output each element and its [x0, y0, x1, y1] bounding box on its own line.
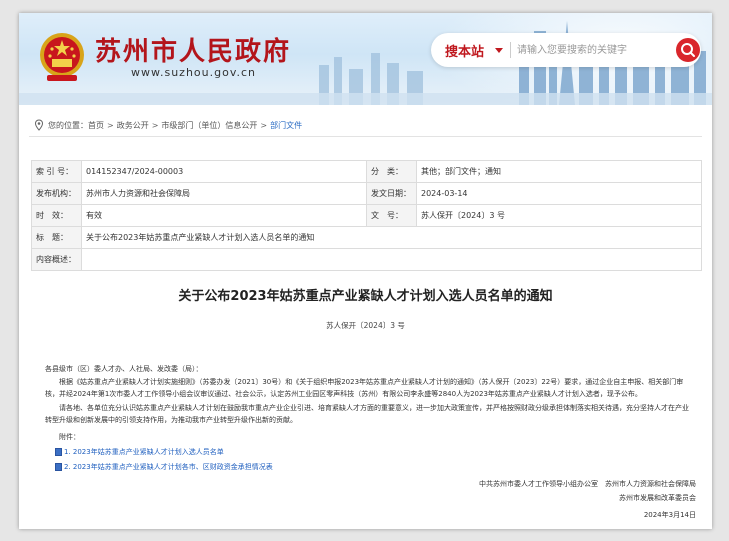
- issuer-label: 发布机构：: [31, 182, 82, 205]
- attachments-label: 附件：: [59, 433, 80, 441]
- doc-number-label: 文 号：: [366, 204, 417, 227]
- article-paragraph-2: 请各地、各单位充分认识姑苏重点产业紧缺人才计划在鼓励我市重点产业企业引进、培育紧…: [45, 404, 689, 424]
- title-label: 标 题：: [31, 226, 82, 249]
- issuer-value: 苏州市人力资源和社会保障局: [81, 182, 367, 205]
- chevron-down-icon[interactable]: [495, 48, 503, 53]
- breadcrumb-separator: >: [151, 120, 159, 130]
- attachment-link-1[interactable]: 1. 2023年姑苏重点产业紧缺人才计划入选人员名单: [55, 447, 224, 457]
- signers-line-1: 中共苏州市委人才工作领导小组办公室 苏州市人力资源和社会保障局: [479, 480, 696, 488]
- search-button[interactable]: [676, 38, 700, 62]
- validity-value: 有效: [81, 204, 367, 227]
- info-row: 索 引 号： 014152347/2024-00003 分 类： 其他；部门文件…: [31, 160, 702, 183]
- summary-value: [81, 248, 702, 271]
- breadcrumb: 您的位置： 首页 > 政务公开 > 市级部门（单位）信息公开 > 部门文件: [33, 117, 302, 133]
- breadcrumb-separator: >: [107, 120, 114, 130]
- article-doc-number: 苏人保开〔2024〕3 号: [326, 321, 405, 330]
- doc-number-value: 苏人保开〔2024〕3 号: [416, 204, 702, 227]
- signers-line-2: 苏州市发展和改革委员会: [619, 494, 696, 502]
- breadcrumb-prefix: 您的位置：: [48, 120, 88, 130]
- attachment-link-1-text[interactable]: 1. 2023年姑苏重点产业紧缺人才计划入选人员名单: [64, 447, 224, 457]
- breadcrumb-home-link[interactable]: 首页: [88, 120, 104, 131]
- article-title: 关于公布2023年姑苏重点产业紧缺人才计划入选人员名单的通知: [178, 289, 553, 304]
- document-icon: [55, 463, 62, 471]
- attachment-link-2[interactable]: 2. 2023年姑苏重点产业紧缺人才计划各市、区财政资金承担情况表: [55, 462, 273, 472]
- site-title[interactable]: 苏州市人民政府: [95, 31, 291, 68]
- breadcrumb-separator: >: [260, 120, 268, 130]
- page-frame: 苏州市人民政府 www.suzhou.gov.cn 搜本站 您的位置： 首页 >…: [19, 13, 712, 529]
- location-pin-icon: [34, 119, 44, 131]
- info-row: 发布机构： 苏州市人力资源和社会保障局 发文日期： 2024-03-14: [31, 182, 702, 205]
- issue-date-label: 发文日期：: [366, 182, 417, 205]
- breadcrumb-gov-affairs-link[interactable]: 政务公开: [117, 120, 149, 131]
- validity-label: 时 效：: [31, 204, 82, 227]
- breadcrumb-departments-link[interactable]: 市级部门（单位）信息公开: [161, 120, 257, 131]
- article-paragraph-1: 根据《姑苏重点产业紧缺人才计划实施细则》（苏委办发〔2021〕30号）和《关于组…: [45, 378, 684, 398]
- search-input[interactable]: [517, 41, 667, 59]
- summary-label: 内容概述：: [31, 248, 82, 271]
- site-header: 苏州市人民政府 www.suzhou.gov.cn 搜本站: [19, 13, 712, 105]
- sign-date: 2024年3月14日: [643, 511, 696, 519]
- search-icon: [681, 43, 695, 57]
- index-label: 索 引 号：: [31, 160, 82, 183]
- article-salutation: 各县级市（区）委人才办、人社局、发改委（局）：: [45, 365, 203, 373]
- national-emblem-icon: [40, 33, 84, 81]
- site-url: www.suzhou.gov.cn: [131, 66, 257, 79]
- search-scope-select[interactable]: 搜本站: [445, 41, 484, 60]
- issue-date-value: 2024-03-14: [416, 182, 702, 205]
- info-row: 时 效： 有效 文 号： 苏人保开〔2024〕3 号: [31, 204, 702, 227]
- breadcrumb-divider: [29, 136, 702, 137]
- search-box: 搜本站: [431, 33, 701, 67]
- info-row: 标 题： 关于公布2023年姑苏重点产业紧缺人才计划入选人员名单的通知: [31, 226, 702, 249]
- document-info-table: 索 引 号： 014152347/2024-00003 分 类： 其他；部门文件…: [31, 160, 702, 271]
- breadcrumb-current-link[interactable]: 部门文件: [270, 120, 302, 131]
- document-icon: [55, 448, 62, 456]
- search-divider: [510, 42, 511, 58]
- index-value: 014152347/2024-00003: [81, 160, 367, 183]
- attachment-link-2-text[interactable]: 2. 2023年姑苏重点产业紧缺人才计划各市、区财政资金承担情况表: [64, 462, 273, 472]
- category-value: 其他；部门文件；通知: [416, 160, 702, 183]
- info-row: 内容概述：: [31, 248, 702, 271]
- category-label: 分 类：: [366, 160, 417, 183]
- title-value: 关于公布2023年姑苏重点产业紧缺人才计划入选人员名单的通知: [81, 226, 702, 249]
